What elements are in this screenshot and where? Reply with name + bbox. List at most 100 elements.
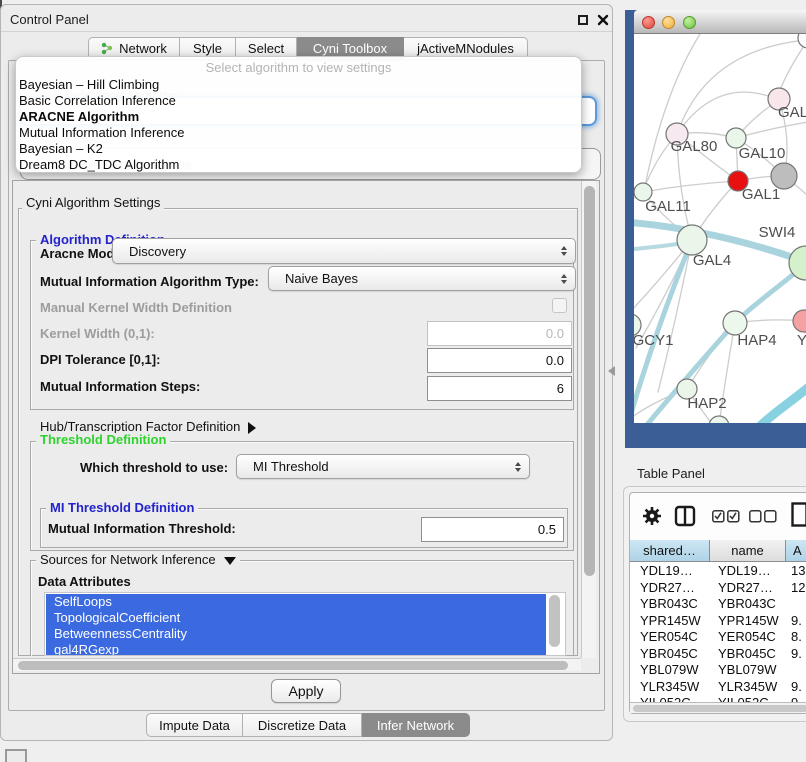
node-label: GAL80 xyxy=(671,138,718,155)
table-row[interactable]: YLR345WYLR345W9. xyxy=(630,678,806,695)
settings-vertical-scrollbar[interactable] xyxy=(581,181,596,658)
data-attribute-item[interactable]: BetweennessCentrality xyxy=(46,626,546,642)
data-attribute-item[interactable]: SelfLoops xyxy=(46,594,546,610)
window-zoom-icon[interactable] xyxy=(683,16,696,29)
which-threshold-combo[interactable]: MI Threshold xyxy=(236,454,530,479)
kernel-width-label: Kernel Width (0,1): xyxy=(40,326,155,341)
control-panel-title: Control Panel xyxy=(10,12,89,27)
table-cell: YDR27… xyxy=(640,580,695,595)
sources-group-toggle[interactable]: Sources for Network Inference xyxy=(36,553,240,567)
node-label: GAL xyxy=(778,104,806,121)
stepper-icon xyxy=(515,462,521,472)
manual-kernel-label: Manual Kernel Width Definition xyxy=(40,300,232,315)
network-edge[interactable] xyxy=(643,181,738,192)
table-cell: YER054C xyxy=(640,629,698,644)
mi-threshold-group-title: MI Threshold Definition xyxy=(46,501,198,515)
network-node[interactable] xyxy=(709,416,729,423)
network-node[interactable] xyxy=(677,225,707,255)
settings-horizontal-scrollbar[interactable] xyxy=(13,658,581,671)
app-root: Control Panel Network Style Select Cyni … xyxy=(0,0,806,762)
node-label: GAL1 xyxy=(742,186,780,203)
splitpane-collapse-arrow[interactable] xyxy=(608,366,615,376)
table-row[interactable]: YER054C YER054C 8. xyxy=(630,628,806,645)
document-icon[interactable] xyxy=(791,502,806,528)
float-button[interactable] xyxy=(578,15,588,25)
cyni-settings-group-title: Cyni Algorithm Settings xyxy=(22,196,164,210)
table-row[interactable]: YIL052CYIL052C9 xyxy=(630,694,806,702)
network-edge[interactable] xyxy=(758,386,806,423)
tab-network-label: Network xyxy=(119,41,167,56)
mi-steps-field[interactable]: 6 xyxy=(427,376,572,401)
mi-steps-label: Mutual Information Steps: xyxy=(40,379,200,394)
network-window-titlebar[interactable] xyxy=(634,10,806,34)
algorithm-option[interactable]: Basic Correlation Inference xyxy=(16,93,581,109)
algorithm-option[interactable]: Bayesian – Hill Climbing xyxy=(16,77,581,93)
table-cell: YER054C xyxy=(718,629,776,644)
table-row[interactable]: YDR27…YDR27…12 xyxy=(630,579,806,596)
aracne-mode-combo[interactable]: Discovery xyxy=(112,238,576,264)
network-canvas[interactable]: GALGAL80GAL10GAL1GAL11SWI4GAL4GCY1HAP4YH… xyxy=(634,34,806,423)
data-attribute-item[interactable]: TopologicalCoefficient xyxy=(46,610,546,626)
table-cell: YDR27… xyxy=(718,580,773,595)
algorithm-dropdown-items: Bayesian – Hill ClimbingBasic Correlatio… xyxy=(16,77,581,173)
network-edge[interactable] xyxy=(780,46,804,90)
node-label: GCY1 xyxy=(634,332,673,349)
algorithm-option[interactable]: Mutual Information Inference xyxy=(16,125,581,141)
apply-button[interactable]: Apply xyxy=(271,679,341,703)
table-cell: YPR145W xyxy=(640,613,701,628)
node-label: GAL11 xyxy=(645,198,691,215)
checked-columns-icon[interactable] xyxy=(712,510,740,523)
which-threshold-value: MI Threshold xyxy=(253,459,329,474)
network-node[interactable] xyxy=(798,34,806,48)
network-edge[interactable] xyxy=(677,92,779,134)
window-close-icon[interactable] xyxy=(642,16,655,29)
algorithm-option[interactable]: Bayesian – K2 xyxy=(16,141,581,157)
stepper-icon xyxy=(561,274,567,284)
dpi-tolerance-field[interactable]: 0.0 xyxy=(427,348,572,373)
node-label: GAL4 xyxy=(693,252,731,269)
mi-threshold-field[interactable]: 0.5 xyxy=(421,517,564,542)
network-edge[interactable] xyxy=(736,122,806,138)
unchecked-columns-icon[interactable] xyxy=(749,510,777,523)
table-cell: YIL052C xyxy=(718,695,769,702)
data-attribute-item[interactable]: gal4RGexp xyxy=(46,642,546,656)
threshold-definition-title: Threshold Definition xyxy=(36,433,170,447)
tab-impute-data[interactable]: Impute Data xyxy=(146,713,243,737)
node-label: Y xyxy=(797,332,806,349)
column-header-partial[interactable]: A xyxy=(786,540,806,562)
table-row[interactable]: YDL19…YDL19…13 xyxy=(630,562,806,579)
table-row[interactable]: YBL079WYBL079W xyxy=(630,661,806,678)
gear-icon[interactable] xyxy=(642,506,662,526)
dpi-tolerance-label: DPI Tolerance [0,1]: xyxy=(40,352,160,367)
tab-infer-network[interactable]: Infer Network xyxy=(362,713,470,737)
table-cell: 9. xyxy=(791,613,802,628)
column-header-name[interactable]: name xyxy=(710,540,786,562)
attribute-list-scrollbar[interactable] xyxy=(549,595,560,647)
algorithm-option[interactable]: Dream8 DC_TDC Algorithm xyxy=(16,157,581,173)
data-attributes-list[interactable]: SelfLoopsTopologicalCoefficientBetweenne… xyxy=(44,592,566,656)
table-row[interactable]: YBR045CYBR045C9. xyxy=(630,645,806,662)
tab-discretize-data[interactable]: Discretize Data xyxy=(243,713,362,737)
table-cell: 8. xyxy=(791,629,802,644)
table-cell: YBR045C xyxy=(718,646,776,661)
collapsed-panel-icon[interactable] xyxy=(5,749,27,762)
table-row[interactable]: YPR145WYPR145W9. xyxy=(630,612,806,629)
stepper-icon xyxy=(561,246,567,256)
split-columns-icon[interactable] xyxy=(674,505,696,527)
network-icon xyxy=(101,42,114,55)
algorithm-option[interactable]: ARACNE Algorithm xyxy=(16,109,581,125)
close-icon[interactable] xyxy=(597,14,609,26)
aracne-mode-value: Discovery xyxy=(129,244,186,259)
table-cell: YBR045C xyxy=(640,646,698,661)
kernel-width-field: 0.0 xyxy=(427,321,572,346)
mi-type-combo[interactable]: Naive Bayes xyxy=(268,266,576,291)
table-row[interactable]: YBR043CYBR043C xyxy=(630,595,806,612)
table-cell: 13 xyxy=(791,563,805,578)
column-header-shared[interactable]: shared… xyxy=(630,540,710,562)
network-node[interactable] xyxy=(793,310,806,332)
window-minimize-icon[interactable] xyxy=(662,16,675,29)
table-cell: 9. xyxy=(791,679,802,694)
network-edge[interactable] xyxy=(645,34,700,186)
table-cell: YLR345W xyxy=(718,679,777,694)
table-horizontal-scrollbar[interactable] xyxy=(630,702,806,713)
